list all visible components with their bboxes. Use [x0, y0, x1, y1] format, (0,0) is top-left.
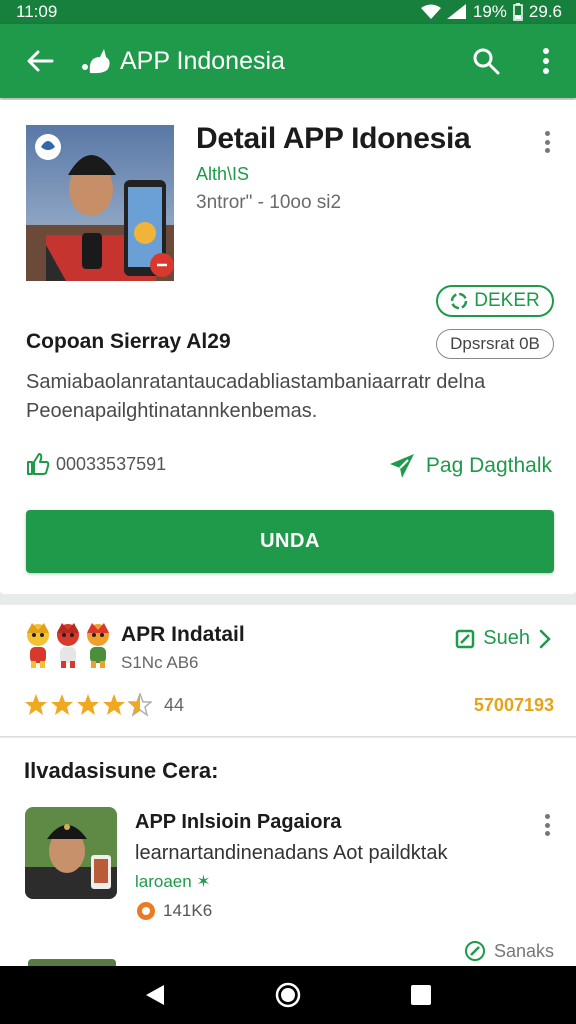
page-link-label: Pag Dagthalk	[425, 454, 552, 477]
status-time: 11:09	[16, 2, 58, 21]
check-circle-icon	[464, 941, 485, 961]
star-icon	[25, 694, 47, 715]
rating-card-link[interactable]: Sueh	[455, 627, 552, 650]
star-icon	[103, 694, 125, 715]
list-item-thumbnail[interactable]	[25, 807, 117, 899]
detail-card: Detail APP Idonesia Alth\IS 3ntror" - 10…	[0, 100, 576, 594]
rating-card-link-label: Sueh	[483, 627, 530, 649]
edit-square-icon	[456, 629, 475, 648]
wifi-icon	[420, 4, 441, 19]
dot	[544, 831, 550, 836]
list-item-title: APP Inlsioin Pagaiora	[135, 811, 342, 833]
hero-image[interactable]	[26, 125, 174, 281]
more-vert-icon	[543, 48, 549, 74]
star-icon	[51, 694, 73, 715]
list-item-description: learnartandinenadans Aot paildktak	[135, 842, 448, 864]
search-icon	[473, 48, 500, 75]
rating-card: APR Indatail S1Nc AB6 Sueh 44 57007193	[0, 605, 576, 737]
rating-stars: 44	[24, 693, 184, 717]
battery-percent: 19%	[472, 2, 507, 21]
rating-count: 44	[164, 694, 185, 715]
search-button[interactable]	[456, 24, 516, 98]
detail-more-button[interactable]	[537, 127, 557, 157]
rating-card-title: APR Indatail	[121, 623, 245, 646]
chip-grey-label: Dpsrsrat 0B	[450, 334, 540, 353]
status-chip-green[interactable]: DEKER	[436, 285, 554, 317]
detail-subheading: Copoan Sierray Al29	[26, 330, 231, 353]
list-item-tag: laroaen ✶	[135, 872, 211, 891]
back-button[interactable]	[0, 24, 80, 98]
overflow-menu-button[interactable]	[516, 24, 576, 98]
thumbs-up-icon	[27, 453, 50, 475]
nav-home-icon[interactable]	[274, 981, 302, 1009]
mascot-icon	[57, 623, 79, 668]
dot	[544, 139, 550, 145]
rating-card-subtitle: S1Nc AB6	[121, 653, 199, 672]
signal-icon	[446, 4, 466, 19]
status-icons: 19% 29.6	[420, 2, 562, 22]
app-title: APP Indonesia	[120, 46, 285, 75]
battery-icon	[513, 3, 523, 21]
star-icon	[77, 694, 99, 715]
list-item-link[interactable]: Sanaks	[464, 940, 554, 962]
list-thumb-illustration	[25, 807, 117, 899]
arrow-badge-icon	[389, 454, 414, 478]
back-arrow-icon	[27, 50, 54, 72]
section-card: Ilvadasisune Cera: APP Inlsioin Pagaiora…	[0, 738, 576, 967]
description-line-2: Peoenapailghtinatannkenbemas.	[26, 400, 318, 422]
leaf-logo-icon	[82, 49, 110, 74]
list-item-more-button[interactable]	[537, 810, 557, 840]
detail-meta: 3ntror" - 10oo si2	[196, 192, 342, 213]
size-chip[interactable]: Dpsrsrat 0B	[436, 329, 554, 359]
page-link[interactable]: Pag Dagthalk	[388, 452, 552, 480]
detail-description: Samiabaolanratantaucadabliastambaniaarra…	[26, 368, 546, 426]
mascot-group	[24, 621, 112, 669]
nav-back-icon[interactable]	[144, 983, 166, 1007]
mascot-icon	[27, 623, 49, 668]
list-item-link-label: Sanaks	[493, 940, 554, 961]
chevron-right-icon	[539, 629, 551, 648]
star-half-icon	[128, 693, 152, 717]
dot	[544, 822, 550, 828]
nav-recents-icon[interactable]	[410, 984, 432, 1006]
description-line-1: Samiabaolanratantaucadabliastambaniaarra…	[26, 371, 486, 393]
list-item-meta-value: 141K6	[163, 901, 213, 920]
detail-title: Detail APP Idonesia	[196, 122, 471, 155]
app-bar: APP Indonesia	[0, 24, 576, 98]
dot	[544, 148, 550, 153]
dot	[544, 814, 550, 819]
status-extra: 29.6	[528, 2, 562, 21]
developer-name[interactable]: Alth\IS	[196, 164, 249, 185]
section-title: Ilvadasisune Cera:	[24, 758, 219, 783]
chip-green-label: DEKER	[474, 290, 540, 311]
likes-count: 00033537591	[56, 453, 167, 474]
mascot-icon	[87, 623, 109, 668]
app-title-wrap: APP Indonesia	[80, 47, 456, 76]
list-item-meta: 141K6	[135, 900, 212, 922]
system-nav-bar	[0, 966, 576, 1024]
orange-ring-icon	[137, 902, 155, 920]
rating-card-number: 57007193	[473, 695, 554, 715]
likes-counter[interactable]: 00033537591	[26, 452, 166, 476]
recycle-icon	[451, 292, 468, 310]
hero-illustration	[26, 125, 174, 281]
install-button[interactable]: UNDA	[26, 510, 554, 573]
dot	[544, 131, 550, 136]
status-bar: 11:09 19% 29.6	[0, 0, 576, 24]
